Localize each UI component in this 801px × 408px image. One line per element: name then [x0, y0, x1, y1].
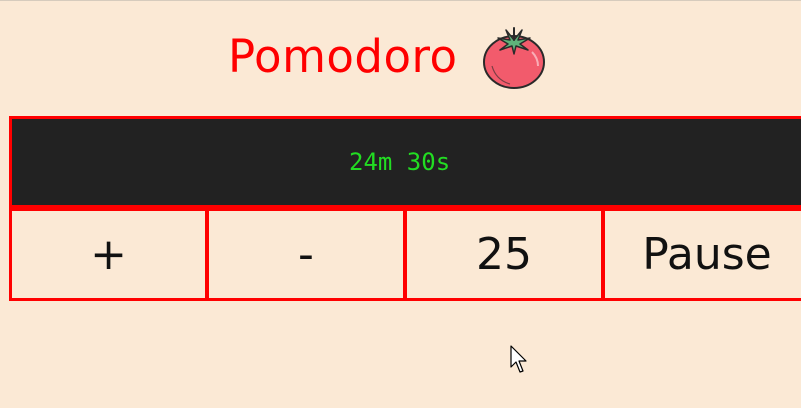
pause-button[interactable]: Pause [602, 208, 801, 301]
app-header: Pomodoro [228, 18, 548, 94]
minutes-value: 25 [404, 208, 604, 301]
increase-button[interactable]: + [9, 208, 208, 301]
tomato-icon [480, 22, 548, 90]
page-title: Pomodoro [228, 29, 458, 83]
timer-display: 24m 30s [9, 116, 801, 208]
decrease-button[interactable]: - [206, 208, 406, 301]
timer-controls: + - 25 Pause [9, 208, 801, 301]
top-divider [0, 0, 801, 1]
timer-text: 24m 30s [349, 148, 451, 176]
mouse-cursor-icon [510, 345, 530, 375]
